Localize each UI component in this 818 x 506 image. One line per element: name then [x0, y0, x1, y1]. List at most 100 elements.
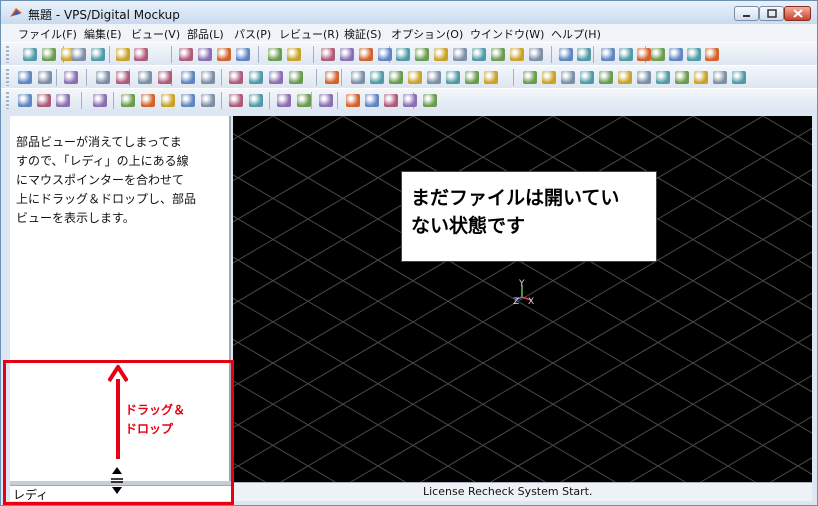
- toolbar-button-icon[interactable]: [181, 71, 195, 84]
- menu-edit[interactable]: 編集(E): [84, 26, 122, 42]
- menu-window[interactable]: ウインドウ(W): [470, 26, 544, 42]
- toolbar-button-icon[interactable]: [669, 48, 683, 61]
- toolbar-button-icon[interactable]: [319, 94, 333, 107]
- toolbar-button-icon[interactable]: [56, 94, 70, 107]
- toolbar-button-icon[interactable]: [601, 48, 615, 61]
- toolbar-button-icon[interactable]: [198, 48, 212, 61]
- menu-review[interactable]: レビュー(R): [279, 26, 339, 42]
- toolbar-button-icon[interactable]: [91, 48, 105, 61]
- toolbar-button-icon[interactable]: [229, 71, 243, 84]
- toolbar-button-icon[interactable]: [389, 71, 403, 84]
- toolbar-button-icon[interactable]: [138, 71, 152, 84]
- toolbar-button-icon[interactable]: [396, 48, 410, 61]
- toolbar-button-icon[interactable]: [93, 94, 107, 107]
- close-button[interactable]: [784, 6, 811, 21]
- toolbar-button-icon[interactable]: [580, 71, 594, 84]
- toolbar-grip[interactable]: [6, 69, 9, 86]
- toolbar-button-icon[interactable]: [289, 71, 303, 84]
- toolbar-button-icon[interactable]: [340, 48, 354, 61]
- toolbar-button-icon[interactable]: [577, 48, 591, 61]
- toolbar-button-icon[interactable]: [18, 94, 32, 107]
- toolbar-button-icon[interactable]: [491, 48, 505, 61]
- menu-options[interactable]: オプション(O): [391, 26, 463, 42]
- maximize-button[interactable]: [759, 6, 784, 21]
- title-bar[interactable]: 無題 - VPS/Digital Mockup: [1, 1, 817, 24]
- toolbar-button-icon[interactable]: [705, 48, 719, 61]
- toolbar-button-icon[interactable]: [484, 71, 498, 84]
- toolbar-button-icon[interactable]: [161, 94, 175, 107]
- toolbar-button-icon[interactable]: [465, 71, 479, 84]
- toolbar-button-icon[interactable]: [268, 48, 282, 61]
- toolbar-button-icon[interactable]: [523, 71, 537, 84]
- toolbar-button-icon[interactable]: [236, 48, 250, 61]
- toolbar-button-icon[interactable]: [619, 48, 633, 61]
- menu-verify[interactable]: 検証(S): [344, 26, 382, 42]
- toolbar-button-icon[interactable]: [116, 71, 130, 84]
- toolbar-button-icon[interactable]: [415, 48, 429, 61]
- toolbar-button-icon[interactable]: [472, 48, 486, 61]
- toolbar-button-icon[interactable]: [732, 71, 746, 84]
- toolbar-button-icon[interactable]: [618, 71, 632, 84]
- toolbar-button-icon[interactable]: [378, 48, 392, 61]
- toolbar-button-icon[interactable]: [321, 48, 335, 61]
- toolbar-button-icon[interactable]: [656, 71, 670, 84]
- toolbar-button-icon[interactable]: [116, 48, 130, 61]
- toolbar-button-icon[interactable]: [694, 71, 708, 84]
- toolbar-button-icon[interactable]: [427, 71, 441, 84]
- toolbar-button-icon[interactable]: [423, 94, 437, 107]
- toolbar-button-icon[interactable]: [453, 48, 467, 61]
- toolbar-button-icon[interactable]: [141, 94, 155, 107]
- toolbar-button-icon[interactable]: [229, 94, 243, 107]
- toolbar-button-icon[interactable]: [269, 71, 283, 84]
- toolbar-button-icon[interactable]: [18, 71, 32, 84]
- toolbar-button-icon[interactable]: [277, 94, 291, 107]
- toolbar-button-icon[interactable]: [542, 71, 556, 84]
- toolbar-button-icon[interactable]: [365, 94, 379, 107]
- toolbar-button-icon[interactable]: [434, 48, 448, 61]
- toolbar-grip[interactable]: [6, 92, 9, 109]
- toolbar-button-icon[interactable]: [64, 71, 78, 84]
- toolbar-button-icon[interactable]: [370, 71, 384, 84]
- toolbar-button-icon[interactable]: [158, 71, 172, 84]
- toolbar-button-icon[interactable]: [687, 48, 701, 61]
- toolbar-button-icon[interactable]: [403, 94, 417, 107]
- toolbar-button-icon[interactable]: [675, 71, 689, 84]
- toolbar-button-icon[interactable]: [559, 48, 573, 61]
- toolbar-button-icon[interactable]: [134, 48, 148, 61]
- toolbar-button-icon[interactable]: [510, 48, 524, 61]
- toolbar-button-icon[interactable]: [249, 94, 263, 107]
- toolbar-button-icon[interactable]: [384, 94, 398, 107]
- toolbar-button-icon[interactable]: [201, 71, 215, 84]
- menu-file[interactable]: ファイル(F): [18, 26, 77, 42]
- toolbar-button-icon[interactable]: [121, 94, 135, 107]
- menu-view[interactable]: ビュー(V): [131, 26, 180, 42]
- toolbar-button-icon[interactable]: [23, 48, 37, 61]
- toolbar-button-icon[interactable]: [96, 71, 110, 84]
- toolbar-button-icon[interactable]: [637, 48, 651, 61]
- toolbar-button-icon[interactable]: [249, 71, 263, 84]
- toolbar-button-icon[interactable]: [351, 71, 365, 84]
- toolbar-button-icon[interactable]: [561, 71, 575, 84]
- toolbar-button-icon[interactable]: [408, 71, 422, 84]
- toolbar-button-icon[interactable]: [37, 94, 51, 107]
- minimize-button[interactable]: [734, 6, 759, 21]
- toolbar-button-icon[interactable]: [713, 71, 727, 84]
- toolbar-button-icon[interactable]: [599, 71, 613, 84]
- toolbar-button-icon[interactable]: [651, 48, 665, 61]
- toolbar-grip[interactable]: [6, 46, 9, 63]
- menu-help[interactable]: ヘルプ(H): [551, 26, 601, 42]
- toolbar-button-icon[interactable]: [181, 94, 195, 107]
- toolbar-button-icon[interactable]: [346, 94, 360, 107]
- toolbar-button-icon[interactable]: [38, 71, 52, 84]
- 3d-viewport[interactable]: Y Z X まだファイルは開いてい ない状態です: [233, 116, 812, 482]
- toolbar-button-icon[interactable]: [179, 48, 193, 61]
- toolbar-button-icon[interactable]: [287, 48, 301, 61]
- toolbar-button-icon[interactable]: [42, 48, 56, 61]
- toolbar-button-icon[interactable]: [217, 48, 231, 61]
- toolbar-button-icon[interactable]: [325, 71, 339, 84]
- toolbar-button-icon[interactable]: [446, 71, 460, 84]
- toolbar-button-icon[interactable]: [637, 71, 651, 84]
- toolbar-button-icon[interactable]: [72, 48, 86, 61]
- toolbar-button-icon[interactable]: [297, 94, 311, 107]
- toolbar-button-icon[interactable]: [201, 94, 215, 107]
